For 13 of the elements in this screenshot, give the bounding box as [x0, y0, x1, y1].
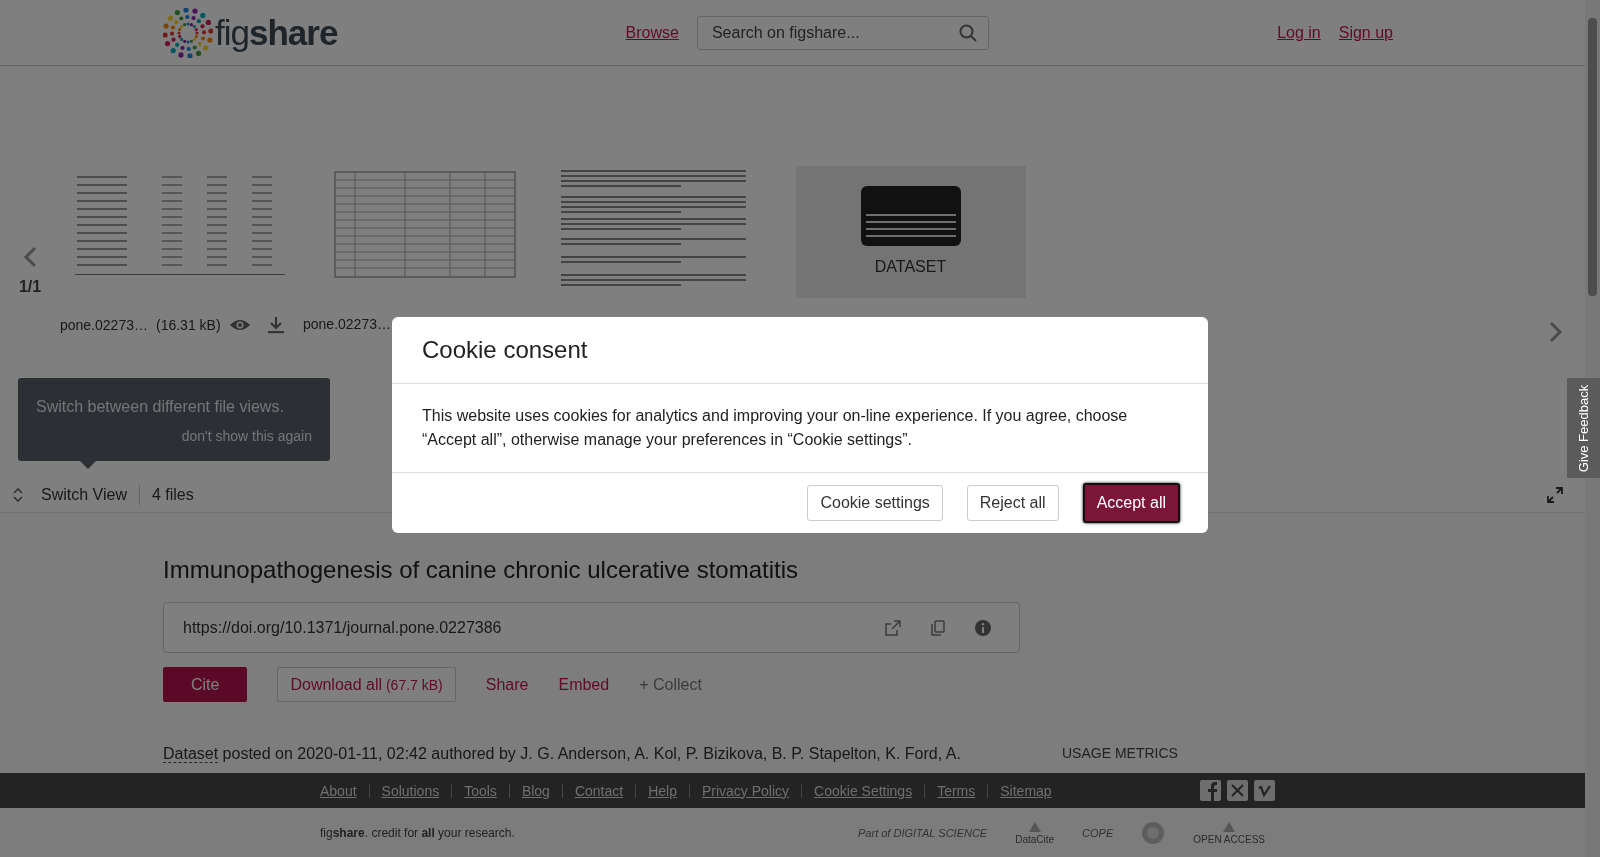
item-title: Immunopathogenesis of canine chronic ulcerative stomatitis [163, 556, 799, 584]
file-name: pone.02273… [60, 317, 148, 333]
item-metadata: Dataset posted on 2020-01-11, 02:42 authored by J. G. Anderson, A. Kol, P. Bizikova, B. P. Stapelton, K. Ford, A. [163, 744, 962, 765]
page-indicator: 1/1 [18, 278, 42, 296]
thumbnail-label: DATASET [873, 258, 948, 276]
tooltip-text: Switch between different file views. [36, 398, 285, 416]
dialog-text: This website uses cookies for analytics and improving your on-line experience. If you agree, choose “Accept all”, otherwise manage your preferences in “Cookie settings”. [422, 406, 1129, 450]
footer-tagline: figshare. credit for all your research. [320, 825, 515, 840]
file-size: (16.31 kB) [155, 317, 221, 333]
dialog-title: Cookie consent [422, 336, 588, 364]
file-count: 4 files [151, 486, 194, 504]
usage-metrics-heading: USAGE METRICS [1062, 744, 1178, 763]
file-name: pone.02273… [303, 316, 391, 332]
